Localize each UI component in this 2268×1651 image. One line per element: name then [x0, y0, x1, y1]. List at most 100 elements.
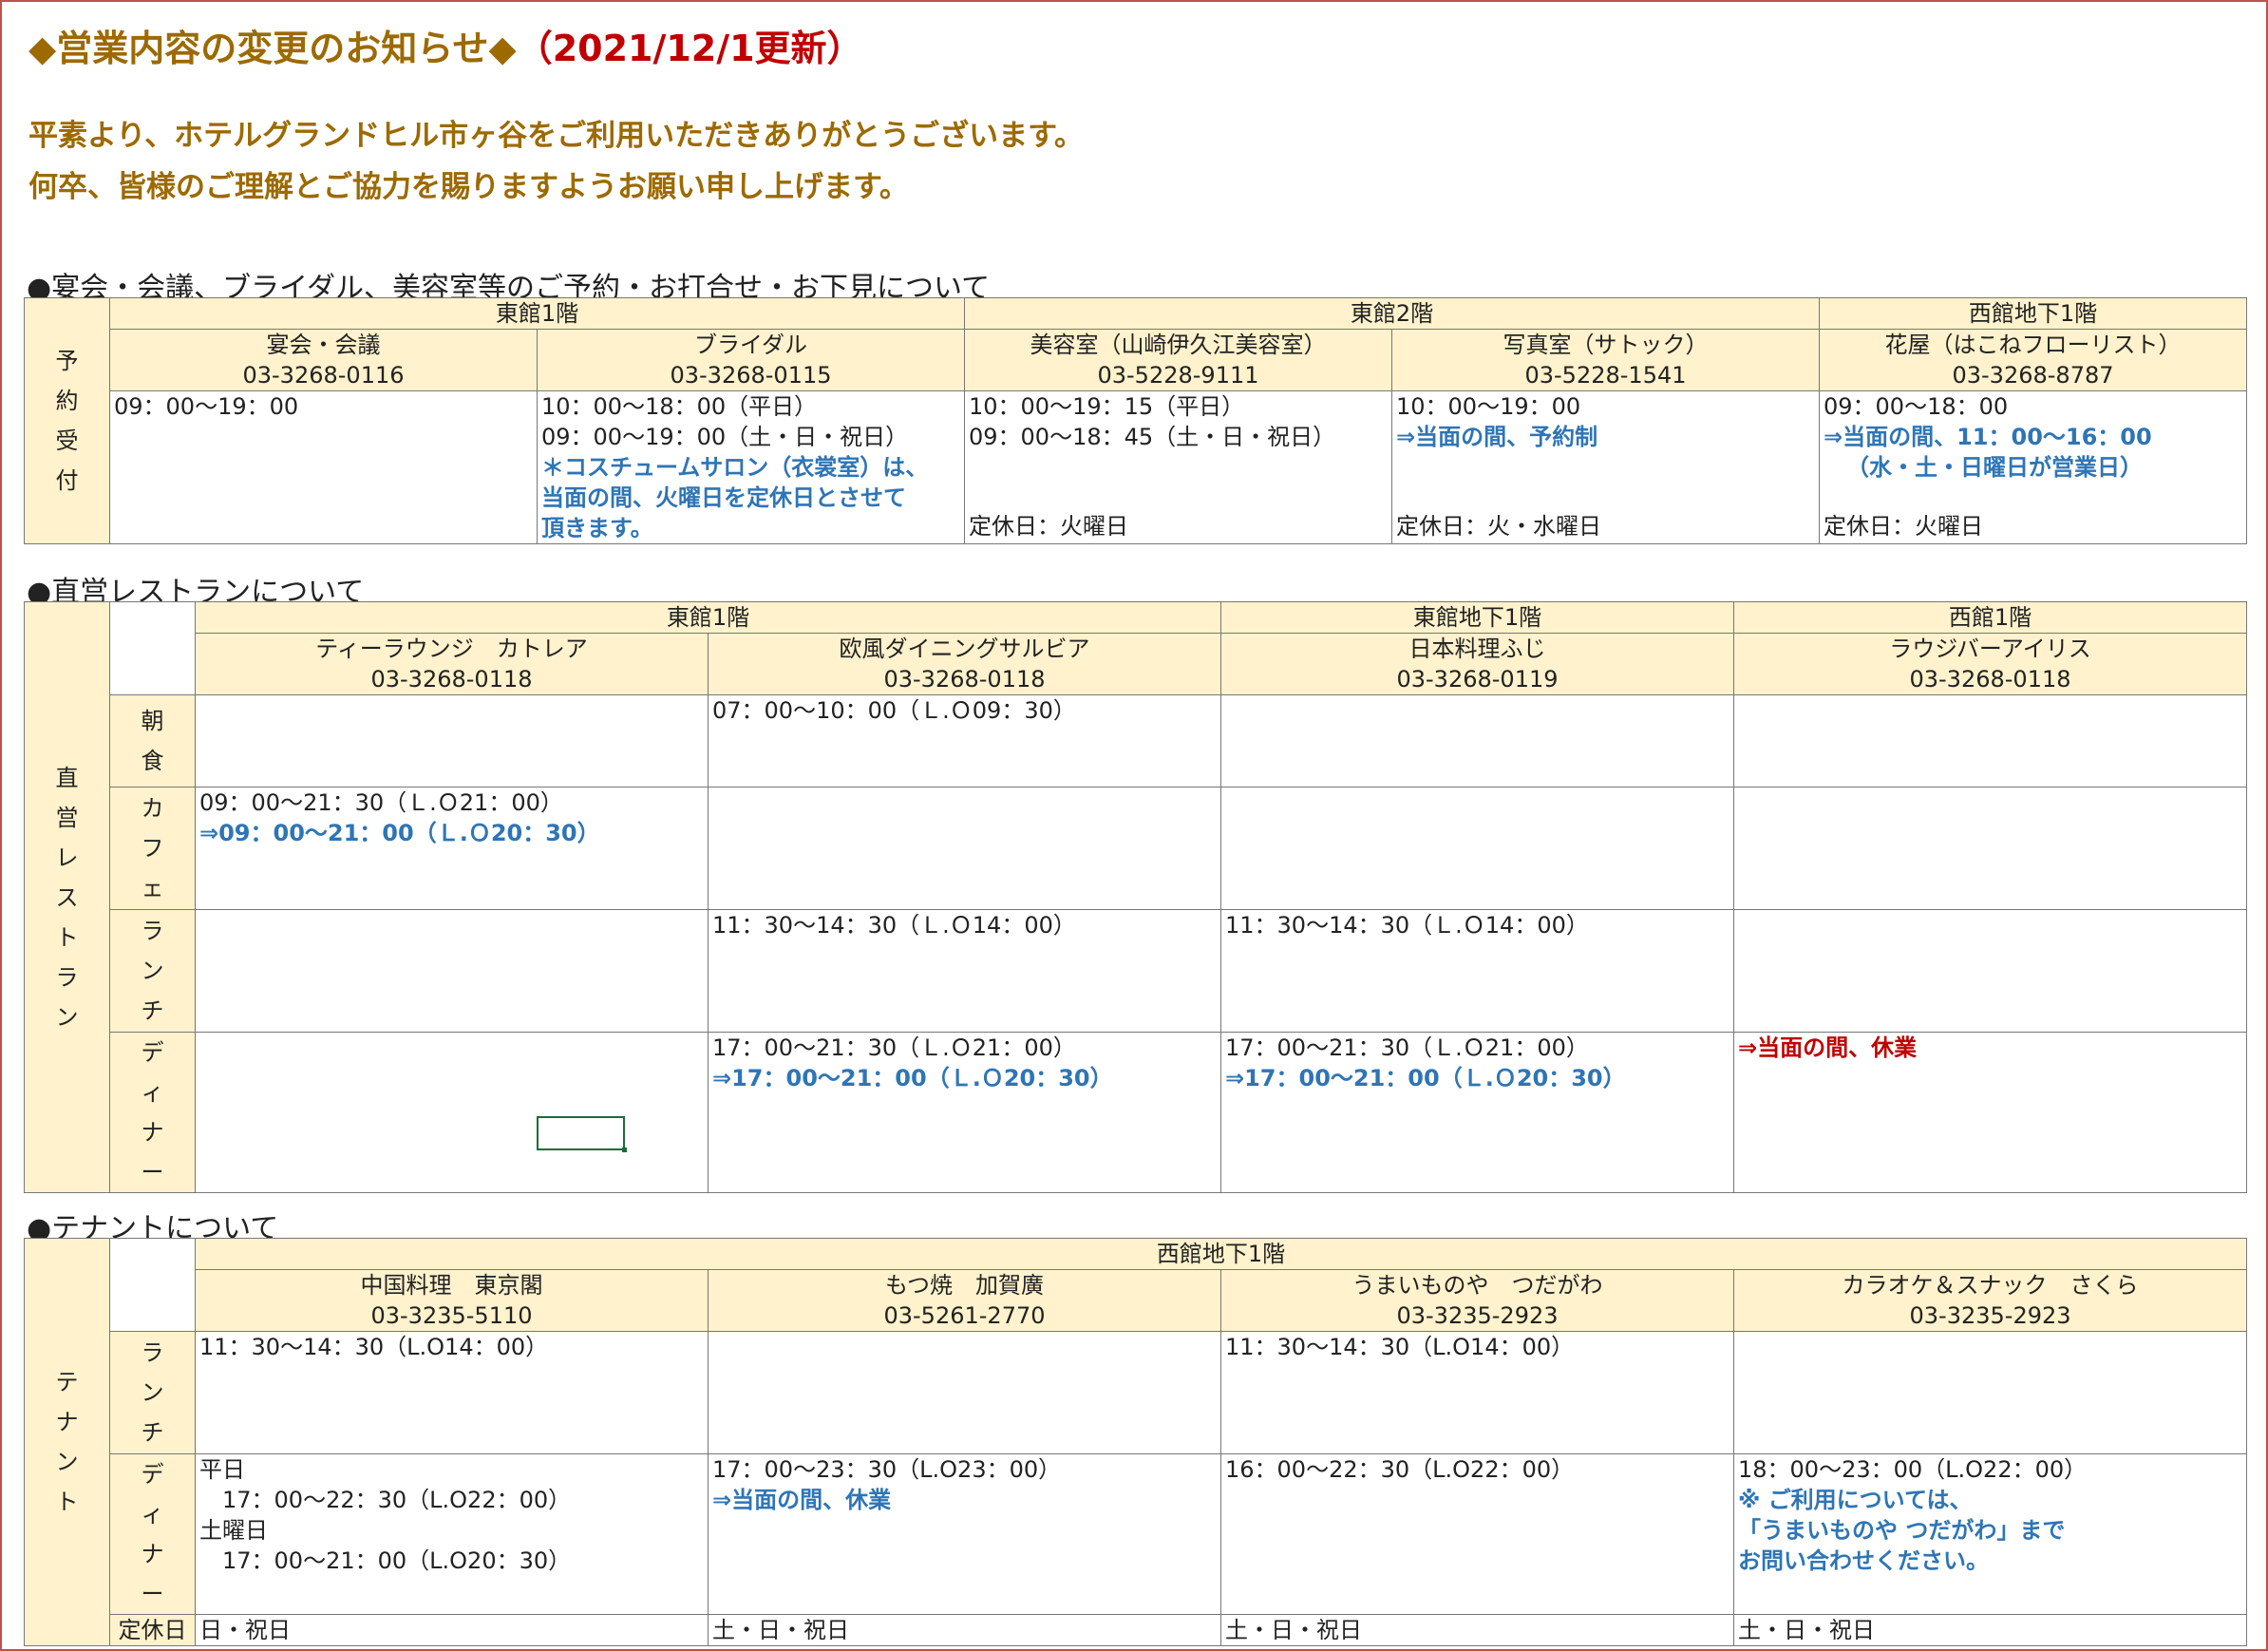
venue-name: ラウジバーアイリス — [1889, 636, 2091, 662]
venue-header[interactable]: 写真室（サトック） 03-5228-1541 — [1391, 329, 1820, 391]
venue-header[interactable]: 欧風ダイニングサルビア 03-3268-0118 — [708, 633, 1221, 695]
venue-header[interactable]: カラオケ＆スナック さくら 03-3235-2923 — [1732, 1269, 2248, 1332]
hours-cell[interactable]: 07：00〜10：00（Ｌ.Ｏ09：30） — [708, 694, 1221, 788]
hours-line: 09：00〜19：00 — [114, 393, 299, 420]
venue-header[interactable]: もつ焼 加賀廣 03-5261-2770 — [708, 1269, 1221, 1332]
meal-label-text: ディナー — [142, 1034, 164, 1192]
closed-label[interactable]: 定休日 — [109, 1614, 196, 1646]
closed-days: 定休日：火曜日 — [1824, 513, 1983, 540]
venue-header[interactable]: うまいものや つだがわ 03-3235-2923 — [1220, 1269, 1734, 1332]
hours-line: ＊コスチュームサロン（衣裳室）は、 — [541, 454, 929, 481]
meal-label-text-char: ラ — [141, 918, 164, 944]
hours-line: 10：00〜19：15（平日） — [969, 393, 1245, 420]
hours-cell[interactable] — [1733, 909, 2247, 1033]
floor-header[interactable]: 西館地下1階 — [1819, 297, 2247, 330]
hours-cell[interactable] — [195, 694, 709, 788]
venue-name: もつ焼 加賀廣 — [884, 1272, 1045, 1299]
meal-label[interactable]: 朝食 — [109, 694, 196, 788]
hours-cell[interactable] — [1220, 787, 1734, 910]
meal-label-text-char: ラ — [141, 1339, 164, 1366]
floor-header[interactable]: 西館1階 — [1733, 601, 2247, 634]
hours-cell[interactable] — [1220, 694, 1734, 788]
reservation-hours-cell[interactable]: 10：00〜18：00（平日） 09：00〜19：00（土・日・祝日） ＊コスチュー… — [537, 390, 965, 544]
floor-header[interactable]: 東館1階 — [195, 601, 1221, 634]
hours-cell[interactable] — [1733, 694, 2247, 788]
hours-cell[interactable]: 11：30〜14：30（Ｌ.Ｏ14：00） — [708, 909, 1221, 1033]
venue-header[interactable]: ラウジバーアイリス 03-3268-0118 — [1733, 633, 2247, 695]
tenants-side-label[interactable]: テナント — [24, 1238, 110, 1646]
floor-header[interactable]: 東館2階 — [964, 297, 1820, 330]
floor-header[interactable]: 西館地下1階 — [194, 1238, 2248, 1270]
hours-line: 17：00〜21：30（Ｌ.Ｏ21：00） — [1225, 1034, 1589, 1061]
closed-days-cell[interactable]: 土・日・祝日 — [1220, 1614, 1734, 1646]
tenants-side-label-text-char: ン — [55, 1449, 79, 1475]
hours-cell[interactable] — [195, 1032, 709, 1193]
hours-line: 11：30〜14：30（Ｌ.Ｏ14：00） — [712, 912, 1076, 939]
venue-phone: 03-3235-2923 — [1909, 1302, 2071, 1329]
hours-cell[interactable]: 18：00〜23：00（L.O22：00） ※ ご利用については、 「うまいものや … — [1732, 1453, 2248, 1615]
closed-days-cell[interactable]: 日・祝日 — [195, 1614, 709, 1646]
closed-days-cell[interactable]: 土・日・祝日 — [708, 1614, 1221, 1646]
meal-label[interactable]: ディナー — [109, 1453, 196, 1615]
hours-cell[interactable]: 平日 17：00〜22：30（L.O22：00） 土曜日 17：00〜21：00（L.… — [195, 1453, 709, 1615]
tenants-side-label-text-char: テ — [55, 1369, 79, 1395]
reservation-hours-cell[interactable]: 09：00〜19：00 — [109, 390, 538, 544]
meal-label[interactable]: カフェ — [109, 787, 196, 910]
corner-cell[interactable] — [109, 601, 196, 695]
hours-cell[interactable] — [1733, 787, 2247, 910]
hours-line: 17：00〜21：30（Ｌ.Ｏ21：00） — [712, 1034, 1076, 1061]
floor-header[interactable]: 東館1階 — [109, 297, 965, 330]
venue-header[interactable]: 中国料理 東京閣 03-3235-5110 — [195, 1269, 709, 1332]
meal-label-text: ランチ — [142, 911, 164, 1031]
venue-name: うまいものや つだがわ — [1351, 1272, 1603, 1299]
corner-cell[interactable] — [109, 1238, 196, 1332]
venue-header[interactable]: 日本料理ふじ 03-3268-0119 — [1220, 633, 1734, 695]
closed-days-cell[interactable]: 土・日・祝日 — [1732, 1614, 2248, 1646]
hours-cell[interactable]: 16：00〜22：30（L.O22：00） — [1220, 1453, 1734, 1615]
restaurants-side-label-text: 直営レストラン — [56, 758, 79, 1037]
venue-name: 写真室（サトック） — [1503, 332, 1709, 358]
meal-label[interactable]: ディナー — [109, 1032, 196, 1193]
hours-cell[interactable] — [708, 787, 1221, 910]
venue-phone: 03-3235-5110 — [370, 1302, 533, 1329]
hours-cell[interactable]: 11：30〜14：30（L.O14：00） — [195, 1331, 709, 1454]
reservation-side-label[interactable]: 予約受付 — [24, 297, 110, 544]
closed-label-text: 定休日 — [118, 1617, 187, 1643]
venue-phone: 03-3235-2923 — [1396, 1302, 1559, 1329]
hours-cell[interactable]: 17：00〜21：30（Ｌ.Ｏ21：00） ⇒17：00〜21：00（Ｌ.Ｏ20：… — [708, 1032, 1221, 1193]
venue-header[interactable]: 宴会・会議 03-3268-0116 — [109, 329, 538, 391]
hours-cell[interactable] — [1732, 1331, 2248, 1454]
hours-line: 平日 — [199, 1456, 245, 1483]
hours-line: 土曜日 — [199, 1517, 268, 1544]
meal-label[interactable]: ランチ — [109, 1331, 196, 1454]
closed-days: 土・日・祝日 — [1225, 1617, 1362, 1643]
reservation-hours-cell[interactable]: 10：00〜19：15（平日） 09：00〜18：45（土・日・祝日） 定休日：火曜… — [964, 390, 1392, 544]
meal-label-text: 朝食 — [142, 701, 164, 781]
venue-header[interactable]: ティーラウンジ カトレア 03-3268-0118 — [195, 633, 709, 695]
reservation-side-label-text-char: 受 — [55, 427, 79, 454]
floor-name: 東館1階 — [495, 300, 579, 327]
hours-line: 11：30〜14：30（Ｌ.Ｏ14：00） — [1225, 912, 1589, 939]
reservation-hours-cell[interactable]: 09：00〜18：00 ⇒当面の間、11：00〜16：00 （水・土・日曜日が営業日… — [1819, 390, 2247, 544]
venue-header[interactable]: 花屋（はこねフローリスト） 03-3268-8787 — [1819, 329, 2247, 391]
venue-phone: 03-3268-0118 — [883, 666, 1046, 693]
hours-cell[interactable]: 17：00〜21：30（Ｌ.Ｏ21：00） ⇒17：00〜21：00（Ｌ.Ｏ20：… — [1220, 1032, 1734, 1193]
meal-label[interactable]: ランチ — [109, 909, 196, 1033]
hours-cell[interactable]: 11：30〜14：30（L.O14：00） — [1220, 1331, 1734, 1454]
hours-cell[interactable]: 09：00〜21：30（Ｌ.Ｏ21：00） ⇒09：00〜21：00（Ｌ.Ｏ20：… — [195, 787, 709, 910]
hours-cell[interactable] — [708, 1331, 1221, 1454]
hours-cell[interactable]: 11：30〜14：30（Ｌ.Ｏ14：00） — [1220, 909, 1734, 1033]
selected-cell-cursor[interactable] — [537, 1116, 627, 1152]
hours-cell[interactable] — [195, 909, 709, 1033]
hours-cell[interactable]: 17：00〜23：30（L.O23：00） ⇒当面の間、休業 — [708, 1453, 1221, 1615]
floor-header[interactable]: 東館地下1階 — [1220, 601, 1734, 634]
reservation-hours-cell[interactable]: 10：00〜19：00 ⇒当面の間、予約制 定休日：火・水曜日 — [1391, 390, 1820, 544]
venue-header[interactable]: ブライダル 03-3268-0115 — [537, 329, 965, 391]
restaurants-side-label-text-char: 営 — [55, 804, 79, 831]
floor-name: 西館1階 — [1948, 604, 2032, 631]
restaurants-side-label-text-char: ト — [55, 923, 79, 951]
venue-name: カラオケ＆スナック さくら — [1842, 1272, 2139, 1299]
hours-cell[interactable]: ⇒当面の間、休業 — [1733, 1032, 2247, 1193]
restaurants-side-label[interactable]: 直営レストラン — [24, 601, 110, 1193]
venue-header[interactable]: 美容室（山崎伊久江美容室） 03-5228-9111 — [964, 329, 1392, 391]
